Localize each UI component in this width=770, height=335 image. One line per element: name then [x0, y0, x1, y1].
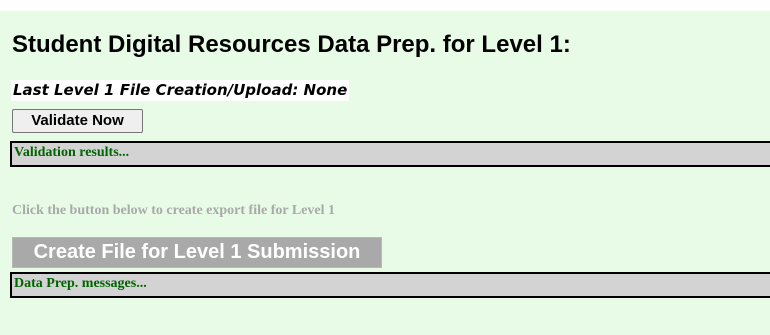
validate-now-button[interactable]: Validate Now [12, 109, 143, 133]
validation-results-box: Validation results... [10, 141, 770, 167]
last-upload-status: Last Level 1 File Creation/Upload: None [11, 80, 350, 101]
data-prep-messages-box: Data Prep. messages... [10, 272, 770, 298]
export-hint-text: Click the button below to create export … [12, 203, 335, 218]
create-level1-file-button[interactable]: Create File for Level 1 Submission [12, 237, 382, 268]
page: Student Digital Resources Data Prep. for… [0, 0, 770, 335]
page-title: Student Digital Resources Data Prep. for… [12, 31, 571, 58]
